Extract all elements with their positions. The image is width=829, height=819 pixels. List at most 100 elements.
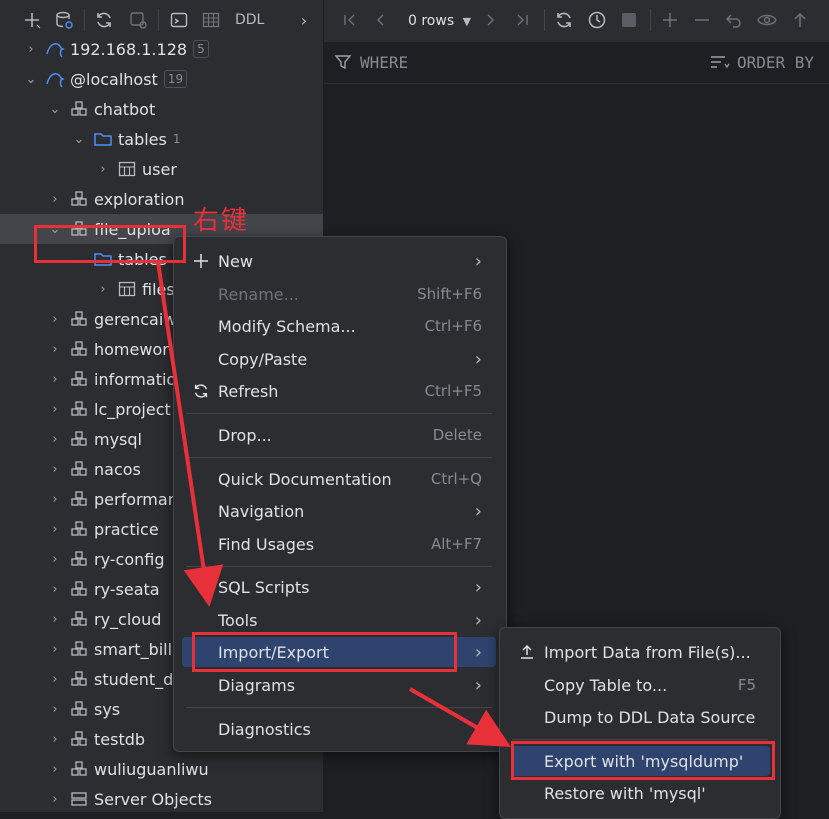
chevron-right-icon[interactable]: › (48, 792, 62, 807)
chevron-right-icon[interactable]: › (48, 672, 62, 687)
menu-item-diagrams[interactable]: Diagrams › (182, 670, 496, 700)
chevron-right-icon[interactable]: › (48, 312, 62, 327)
menu-item-quick-documentation[interactable]: Quick Documentation Ctrl+Q (182, 464, 496, 494)
query-console-icon[interactable] (167, 8, 191, 32)
chevron-right-icon[interactable]: › (96, 162, 110, 177)
menu-separator (186, 707, 492, 708)
chevron-right-icon[interactable]: › (48, 462, 62, 477)
chevron-right-icon[interactable]: › (48, 432, 62, 447)
tree-item-label: ry_cloud (94, 609, 162, 629)
submenu-item-dump-ddl[interactable]: Dump to DDL Data Source (512, 702, 770, 732)
menu-item-find-usages[interactable]: Find Usages Alt+F7 (182, 529, 496, 559)
chevron-right-icon[interactable]: › (48, 552, 62, 567)
tree-item-label: homework (94, 339, 179, 359)
submenu-arrow-icon: › (474, 500, 482, 522)
where-filter-input[interactable]: WHERE (360, 53, 408, 72)
table-icon (116, 159, 138, 179)
last-page-icon[interactable] (510, 8, 534, 32)
count-badge: 19 (163, 70, 188, 88)
menu-item-tools[interactable]: Tools › (182, 605, 496, 635)
tree-item[interactable]: ⌄ tables 1 (0, 124, 323, 154)
chevron-right-icon[interactable]: › (48, 612, 62, 627)
order-by-input[interactable]: ORDER BY (737, 53, 814, 72)
delete-row-icon[interactable] (690, 8, 714, 32)
submenu-item-export-mysqldump[interactable]: Export with 'mysqldump' (512, 746, 770, 776)
tree-item-label: nacos (94, 459, 141, 479)
tree-item-label: files (142, 279, 175, 299)
chevron-right-icon[interactable]: › (48, 492, 62, 507)
clock-icon[interactable] (585, 8, 609, 32)
menu-item-label: Export with 'mysqldump' (544, 751, 744, 771)
plus-icon (192, 252, 210, 274)
stop-icon[interactable] (126, 8, 150, 32)
chevron-right-icon[interactable]: › (24, 42, 38, 57)
add-row-icon[interactable] (658, 8, 682, 32)
schema-icon (68, 639, 90, 659)
add-icon[interactable] (20, 8, 44, 32)
schema-icon (68, 369, 90, 389)
rows-dropdown[interactable]: 0 rows ▼ (408, 13, 471, 29)
first-page-icon[interactable] (338, 8, 362, 32)
ddl-button[interactable]: DDL (235, 12, 264, 28)
tree-item-label: @localhost (70, 69, 158, 89)
chevron-right-icon[interactable]: › (48, 342, 62, 357)
previous-page-icon[interactable] (369, 8, 393, 32)
stop-query-icon[interactable] (617, 8, 641, 32)
schema-icon (68, 549, 90, 569)
submenu-arrow-icon: › (474, 250, 482, 272)
menu-item-copy-paste[interactable]: Copy/Paste › (182, 344, 496, 374)
chevron-right-icon[interactable]: › (48, 372, 62, 387)
menu-item-import-export[interactable]: Import/Export › (182, 637, 496, 667)
menu-item-drop[interactable]: Drop... Delete (182, 420, 496, 450)
preview-icon[interactable] (755, 8, 779, 32)
chevron-right-icon[interactable]: › (48, 732, 62, 747)
menu-item-new[interactable]: New › (182, 246, 496, 276)
tree-item[interactable]: ⌄ chatbot (0, 94, 323, 124)
chevron-down-icon[interactable]: ⌄ (72, 132, 86, 147)
menu-item-diagnostics[interactable]: Diagnostics › (182, 714, 496, 744)
chevron-right-icon[interactable]: › (48, 522, 62, 537)
menu-item-refresh[interactable]: Refresh Ctrl+F5 (182, 376, 496, 406)
chevron-right-icon[interactable]: › (96, 282, 110, 297)
chevron-right-icon[interactable]: › (48, 762, 62, 777)
data-source-properties-icon[interactable] (52, 8, 76, 32)
chevron-right-icon[interactable]: › (48, 582, 62, 597)
schema-icon (68, 219, 90, 239)
tree-item[interactable]: › wuliuguanliwu (0, 754, 323, 784)
chevron-down-icon[interactable]: ⌄ (48, 102, 62, 117)
reload-icon[interactable] (552, 8, 576, 32)
menu-item-modify-schema[interactable]: Modify Schema... Ctrl+F6 (182, 311, 496, 341)
submit-icon[interactable] (788, 8, 812, 32)
chevron-down-icon[interactable]: ⌄ (24, 72, 38, 87)
revert-icon[interactable] (722, 8, 746, 32)
submenu-arrow-icon: › (474, 674, 482, 696)
menu-item-navigation[interactable]: Navigation › (182, 496, 496, 526)
menu-item-label: Copy Table to... (544, 675, 668, 695)
tree-item-label: exploration (94, 189, 185, 209)
chevron-right-icon[interactable]: › (48, 642, 62, 657)
tree-item[interactable]: › 192.168.1.128 5 (0, 34, 323, 64)
submenu-item-restore-mysql[interactable]: Restore with 'mysql' (512, 778, 770, 808)
next-page-icon[interactable] (478, 8, 502, 32)
tree-item-label: ry-seata (94, 579, 160, 599)
chevron-right-icon[interactable]: › (292, 8, 316, 32)
schema-icon (68, 759, 90, 779)
tree-item[interactable]: › user (0, 154, 323, 184)
chevron-down-icon[interactable]: ⌄ (48, 222, 62, 237)
menu-item-label: Tools (218, 610, 258, 630)
chevron-right-icon[interactable]: › (48, 402, 62, 417)
chevron-down-icon[interactable]: ⌄ (72, 252, 86, 267)
menu-item-rename[interactable]: Rename... Shift+F6 (182, 279, 496, 309)
chevron-right-icon[interactable]: › (48, 192, 62, 207)
menu-item-sql-scripts[interactable]: SQL Scripts › (182, 572, 496, 602)
menu-separator (186, 457, 492, 458)
submenu-item-import-data[interactable]: Import Data from File(s)... (512, 637, 770, 667)
tree-item[interactable]: › exploration (0, 184, 323, 214)
folder-icon (92, 129, 114, 149)
tree-item[interactable]: › Server Objects (0, 784, 323, 812)
chevron-right-icon[interactable]: › (48, 702, 62, 717)
refresh-icon[interactable] (92, 8, 116, 32)
submenu-item-copy-table[interactable]: Copy Table to... F5 (512, 670, 770, 700)
tree-item[interactable]: ⌄ @localhost 19 (0, 64, 323, 94)
table-view-icon[interactable] (199, 8, 223, 32)
